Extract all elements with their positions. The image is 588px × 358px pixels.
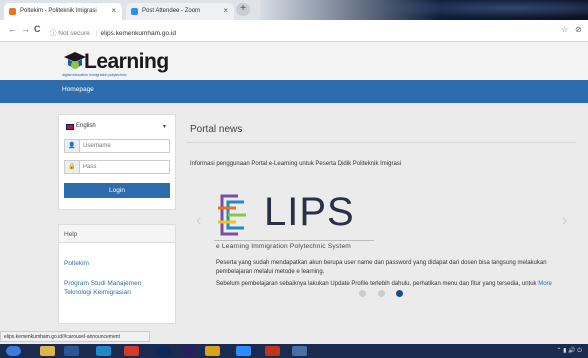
poltekim-favicon-icon <box>9 8 16 15</box>
tab-title: Poltekim - Politeknik Imigrasi <box>20 8 97 14</box>
zoom-favicon-icon <box>131 8 138 15</box>
system-tray[interactable]: ⌃ ▮ 🔊 ⏻ <box>556 347 582 355</box>
browser-tab-strip: Poltekim - Politeknik Imigrasi × Post At… <box>0 0 588 20</box>
divider <box>186 142 576 143</box>
url-text: elips.kemenkumham.go.id <box>100 30 176 37</box>
tab-poltekim[interactable]: Poltekim - Politeknik Imigrasi × <box>4 3 122 20</box>
security-info[interactable]: ⓘ Not secure <box>50 30 90 37</box>
slide-paragraph-1: Peserta yang sudah mendapatkan akun beru… <box>216 260 547 275</box>
portal-news-section: Portal news Informasi penggunaan Portal … <box>186 114 576 344</box>
chevron-down-icon: ▾ <box>162 124 166 130</box>
app-icon[interactable] <box>292 346 307 356</box>
status-bar-url: elips.kemenkumham.go.id/#carousel-announ… <box>0 331 150 342</box>
tab-title: Post Attendee - Zoom <box>142 8 201 14</box>
web-page: Learning digital education immigration p… <box>0 42 588 344</box>
carousel-dot[interactable] <box>378 290 385 297</box>
slide-paragraph-2: Sebelum pembelajaran sebaiknya lakukan U… <box>216 280 566 289</box>
url-field[interactable]: ⓘ Not secure | elips.kemenkumham.go.id <box>50 23 560 39</box>
help-heading: Help <box>59 225 175 243</box>
main-navbar: Homepage <box>0 80 588 103</box>
new-tab-button[interactable]: + <box>236 3 250 16</box>
logo-wordmark: Learning <box>84 50 169 73</box>
news-subtitle: Informasi penggunaan Portal e-Learning u… <box>190 161 402 167</box>
carousel-dot[interactable] <box>359 290 366 297</box>
lips-subtitle: e Learning Immigration Polytechnic Syste… <box>216 243 352 250</box>
carousel-prev-icon[interactable]: ‹ <box>196 212 201 230</box>
graduation-cap-logo-icon <box>64 52 86 69</box>
close-icon[interactable]: × <box>223 6 228 15</box>
extension-icon[interactable]: ⊘ <box>575 25 582 34</box>
username-input[interactable] <box>83 141 167 151</box>
close-icon[interactable]: × <box>111 6 116 15</box>
user-app-icon[interactable] <box>124 346 139 356</box>
lock-icon: 🔒 <box>65 161 80 173</box>
username-field[interactable]: 👤 <box>64 139 170 153</box>
ie-icon[interactable] <box>96 346 111 356</box>
powerpoint-icon[interactable] <box>265 346 280 356</box>
logo-tagline: digital education immigration polytechni… <box>62 73 127 77</box>
forward-icon[interactable]: → <box>21 24 30 34</box>
address-bar-row: ← → C ⓘ Not secure | elips.kemenkumham.go.… <box>0 20 588 42</box>
reload-icon[interactable]: C <box>34 24 41 34</box>
password-field[interactable]: 🔒 <box>64 160 170 174</box>
divider <box>214 240 374 241</box>
carousel-next-icon[interactable]: › <box>562 212 567 230</box>
news-title: Portal news <box>190 124 243 135</box>
desktop-wallpaper <box>340 0 588 20</box>
carousel-dot-active[interactable] <box>396 290 403 297</box>
word-icon[interactable] <box>64 346 79 356</box>
zoom-icon[interactable] <box>236 346 251 356</box>
file-explorer-icon[interactable] <box>40 346 55 356</box>
help-link-program-studi[interactable]: Program Studi Manajemen Teknologi Keimig… <box>64 279 170 297</box>
windows-taskbar: ⌃ ▮ 🔊 ⏻ <box>0 344 588 358</box>
slide-paragraph-2-text: Sebelum pembelajaran sebaiknya lakukan U… <box>216 281 537 287</box>
nav-homepage-link[interactable]: Homepage <box>62 86 94 93</box>
user-icon: 👤 <box>65 140 80 152</box>
help-link-poltekim[interactable]: Poltekim <box>64 259 170 268</box>
uk-flag-icon <box>66 124 74 130</box>
bookmark-star-icon[interactable]: ☆ <box>561 25 568 34</box>
start-button-icon[interactable] <box>6 346 21 356</box>
language-select[interactable]: English ▾ <box>64 121 170 133</box>
lips-wordmark: LIPS <box>264 190 355 234</box>
carousel-slide: LIPS e Learning Immigration Polytechnic … <box>206 174 566 344</box>
login-button[interactable]: Login <box>64 183 170 198</box>
more-link[interactable]: More <box>538 281 552 287</box>
premiere-icon[interactable] <box>181 346 196 356</box>
back-icon[interactable]: ← <box>8 24 17 34</box>
lips-logo-icon <box>218 194 246 236</box>
login-panel: English ▾ 👤 🔒 Login <box>58 114 176 210</box>
help-panel: Help Poltekim Program Studi Manajemen Te… <box>58 224 176 324</box>
elearning-logo[interactable]: Learning digital education immigration p… <box>62 50 182 78</box>
photoshop-icon[interactable] <box>156 346 171 356</box>
tab-zoom[interactable]: Post Attendee - Zoom × <box>126 3 234 20</box>
password-input[interactable] <box>83 162 167 172</box>
chrome-icon[interactable] <box>205 346 220 356</box>
language-value: English <box>76 123 96 129</box>
site-header: Learning digital education immigration p… <box>0 42 588 80</box>
